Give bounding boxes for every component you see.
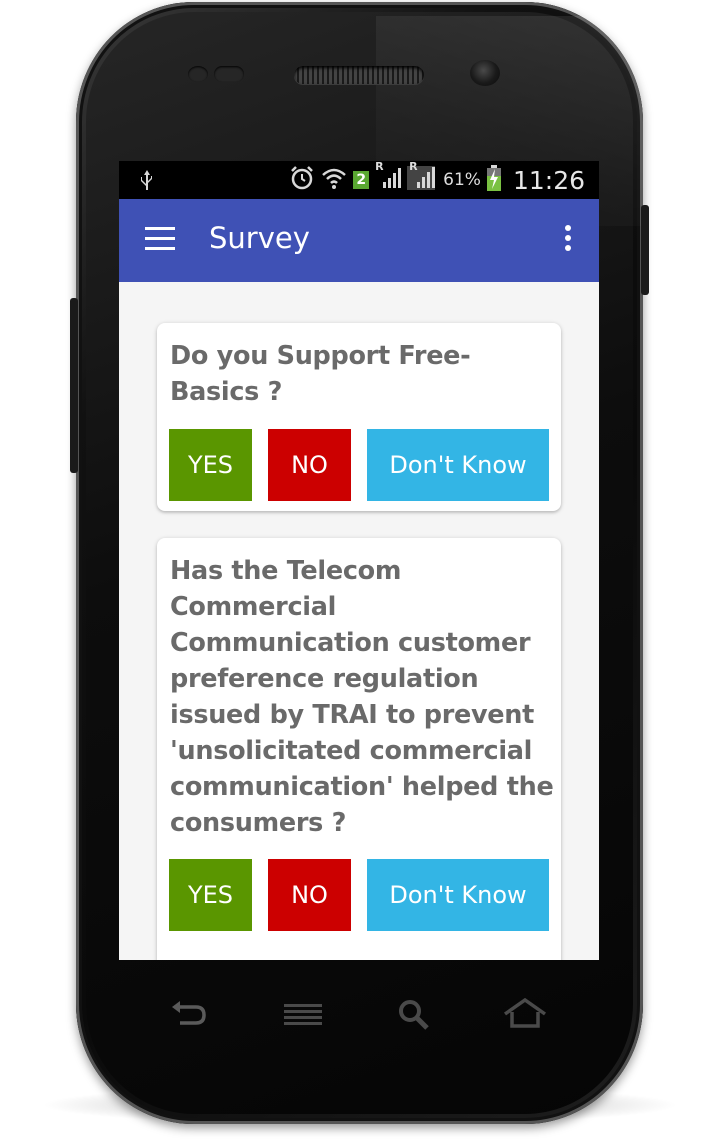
- roaming-label-2: R: [409, 161, 418, 173]
- yes-button[interactable]: YES: [169, 859, 252, 931]
- question-card: Has the Telecom Commercial Communication…: [157, 538, 561, 960]
- volume-button: [70, 298, 78, 473]
- overflow-menu-icon[interactable]: [563, 225, 573, 255]
- wifi-icon: [321, 166, 347, 194]
- back-icon[interactable]: [170, 998, 208, 1034]
- no-button[interactable]: NO: [268, 429, 351, 501]
- battery-charging-icon: [486, 165, 501, 195]
- home-icon[interactable]: [502, 997, 548, 1034]
- hamburger-menu-icon[interactable]: [145, 227, 175, 251]
- status-indicators: 2 R R 61% 11:26: [289, 161, 585, 199]
- question-text: Has the Telecom Commercial Communication…: [170, 556, 554, 838]
- dont-know-button[interactable]: Don't Know: [367, 859, 549, 931]
- roaming-label: R: [375, 161, 384, 173]
- roaming-signal-icon: R: [375, 161, 402, 194]
- front-camera: [470, 60, 500, 86]
- yes-button[interactable]: YES: [169, 429, 252, 501]
- no-button[interactable]: NO: [268, 859, 351, 931]
- question-text: Do you Support Free-Basics ?: [170, 341, 471, 407]
- app-toolbar: Survey: [119, 199, 599, 282]
- battery-percent: 61%: [443, 170, 481, 190]
- usb-icon: [139, 169, 155, 197]
- menu-icon[interactable]: [282, 998, 324, 1034]
- proximity-sensor: [188, 66, 208, 82]
- roaming-signal-icon-2: R: [407, 161, 437, 196]
- status-time: 11:26: [512, 165, 585, 195]
- dont-know-button[interactable]: Don't Know: [367, 429, 549, 501]
- light-sensor: [214, 66, 244, 82]
- phone-screen: 2 R R 61% 11:26 Survey Do you Support Fr…: [119, 161, 599, 960]
- status-bar: 2 R R 61% 11:26: [119, 161, 599, 199]
- alarm-icon: [289, 165, 315, 195]
- search-icon[interactable]: [396, 998, 432, 1034]
- toolbar-title: Survey: [209, 221, 310, 255]
- survey-list[interactable]: Do you Support Free-Basics ? YES NO Don'…: [119, 282, 599, 960]
- question-card: Do you Support Free-Basics ? YES NO Don'…: [157, 323, 561, 511]
- sim-2-badge: 2: [353, 171, 370, 189]
- earpiece-speaker: [294, 66, 424, 84]
- power-button: [641, 205, 649, 295]
